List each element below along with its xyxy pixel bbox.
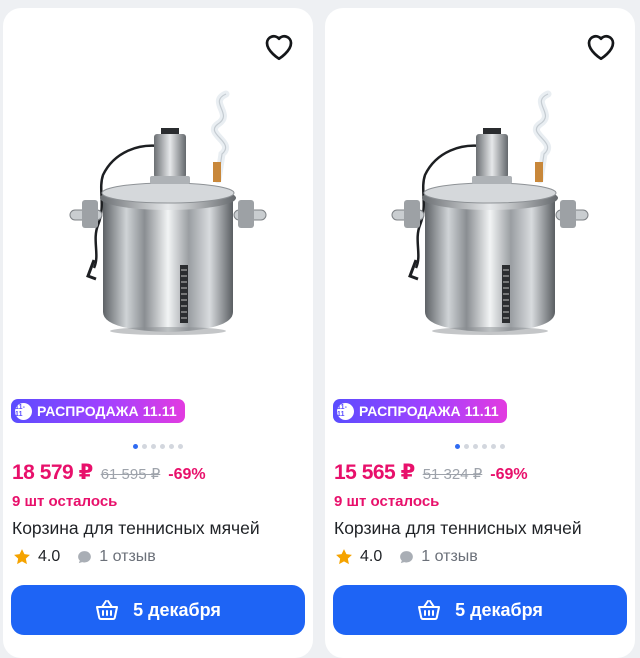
product-card[interactable]: 11-11 РАСПРОДАЖА 11.11 18 579 ₽ 61 595 ₽…	[3, 8, 313, 658]
gallery-dot[interactable]	[151, 444, 156, 449]
sale-badge-label: РАСПРОДАЖА 11.11	[37, 403, 177, 419]
review-count[interactable]: 1 отзыв	[421, 548, 478, 566]
product-image[interactable]	[380, 80, 590, 340]
gallery-dot[interactable]	[169, 444, 174, 449]
discount: -69%	[168, 466, 206, 483]
gallery-dot[interactable]	[473, 444, 478, 449]
gallery-dot[interactable]	[178, 444, 183, 449]
gallery-dot[interactable]	[491, 444, 496, 449]
gallery-dot[interactable]	[160, 444, 165, 449]
star-icon	[14, 549, 30, 565]
rating-value: 4.0	[38, 548, 61, 565]
delivery-date: 5 декабря	[133, 599, 221, 620]
gallery-dots	[133, 444, 183, 449]
delivery-date: 5 декабря	[455, 599, 543, 620]
heart-icon[interactable]	[583, 28, 619, 64]
review-bubble-icon	[400, 550, 414, 563]
basket-icon	[96, 600, 119, 620]
basket-icon	[418, 600, 441, 620]
discount: -69%	[490, 466, 528, 483]
gallery-dot[interactable]	[482, 444, 487, 449]
product-title[interactable]: Корзина для теннисных мячей	[334, 518, 631, 539]
add-to-cart-button[interactable]: 5 декабря	[333, 585, 627, 635]
gallery-dot[interactable]	[142, 444, 147, 449]
review-bubble-icon	[78, 550, 92, 563]
sale-badge: 11-11 РАСПРОДАЖА 11.11	[11, 399, 185, 423]
old-price: 61 595 ₽	[100, 466, 161, 483]
heart-icon[interactable]	[261, 28, 297, 64]
gallery-dot[interactable]	[464, 444, 469, 449]
gallery-dot[interactable]	[455, 444, 460, 449]
current-price: 18 579 ₽	[12, 461, 93, 484]
price-row: 18 579 ₽ 61 595 ₽ -69%	[12, 460, 206, 485]
sale-badge-icon: 11-11	[337, 402, 354, 420]
star-icon	[336, 549, 352, 565]
old-price: 51 324 ₽	[422, 466, 483, 483]
product-title[interactable]: Корзина для теннисных мячей	[12, 518, 309, 539]
sale-badge-icon: 11-11	[15, 402, 32, 420]
gallery-dot[interactable]	[133, 444, 138, 449]
current-price: 15 565 ₽	[334, 461, 415, 484]
review-count[interactable]: 1 отзыв	[99, 548, 156, 566]
gallery-dot[interactable]	[500, 444, 505, 449]
price-row: 15 565 ₽ 51 324 ₽ -69%	[334, 460, 528, 485]
product-image[interactable]	[58, 80, 268, 340]
rating-row: 4.0 1 отзыв	[12, 547, 156, 567]
rating-value: 4.0	[360, 548, 383, 565]
stock-left: 9 шт осталось	[12, 493, 118, 510]
sale-badge-label: РАСПРОДАЖА 11.11	[359, 403, 499, 419]
gallery-dots	[455, 444, 505, 449]
add-to-cart-button[interactable]: 5 декабря	[11, 585, 305, 635]
sale-badge: 11-11 РАСПРОДАЖА 11.11	[333, 399, 507, 423]
rating-row: 4.0 1 отзыв	[334, 547, 478, 567]
product-card[interactable]: 11-11 РАСПРОДАЖА 11.11 15 565 ₽ 51 324 ₽…	[325, 8, 635, 658]
stock-left: 9 шт осталось	[334, 493, 440, 510]
